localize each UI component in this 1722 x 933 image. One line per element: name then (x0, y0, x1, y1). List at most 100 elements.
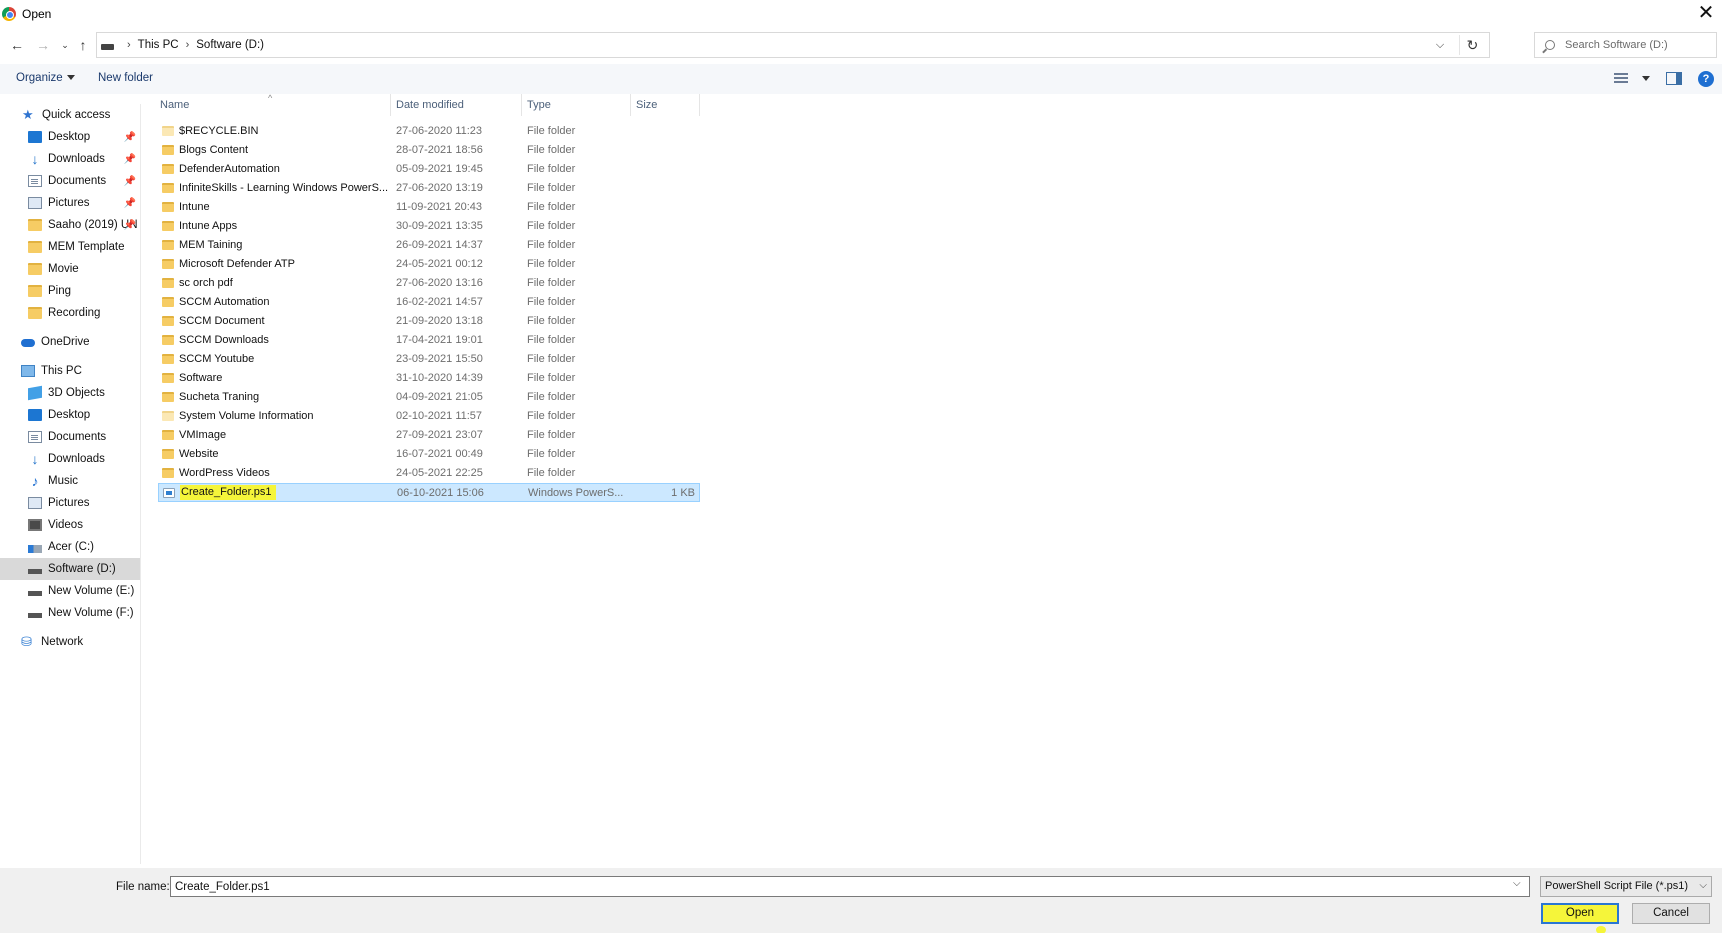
drive-icon (28, 613, 42, 618)
column-header-date-modified[interactable]: Date modified (396, 99, 464, 111)
file-date-modified: 28-07-2021 18:56 (396, 144, 483, 156)
file-name: Sucheta Traning (179, 391, 260, 403)
file-row[interactable]: SCCM Youtube 23-09-2021 15:50 File folde… (158, 350, 700, 369)
open-button[interactable]: Open (1541, 903, 1619, 924)
folder-icon (162, 259, 174, 269)
sidebar-item-software-d[interactable]: Software (D:) (0, 558, 140, 580)
sidebar-item-music[interactable]: ♪ Music (0, 470, 140, 492)
file-row[interactable]: VMImage 27-09-2021 23:07 File folder (158, 426, 700, 445)
sidebar-item-recording[interactable]: Recording (0, 302, 140, 324)
file-row[interactable]: SCCM Automation 16-02-2021 14:57 File fo… (158, 293, 700, 312)
navigation-pane[interactable]: ★ Quick access Desktop 📌 ↓ Downloads 📌 D… (0, 104, 141, 864)
up-arrow-icon[interactable]: ↑ (74, 36, 92, 54)
address-bar[interactable]: › This PC › Software (D:) ⌵ ↻ (96, 32, 1490, 58)
file-row[interactable]: Blogs Content 28-07-2021 18:56 File fold… (158, 141, 700, 160)
file-date-modified: 05-09-2021 19:45 (396, 163, 483, 175)
sidebar-item-saaho[interactable]: Saaho (2019) UN 📌 (0, 214, 140, 236)
file-date-modified: 11-09-2021 20:43 (396, 201, 483, 213)
column-divider[interactable] (390, 94, 391, 116)
organize-menu-button[interactable]: Organize (16, 72, 75, 84)
column-divider[interactable] (521, 94, 522, 116)
column-header-type[interactable]: Type (527, 99, 551, 111)
sidebar-item-network[interactable]: ⛁ Network (0, 631, 140, 653)
change-view-icon[interactable] (1614, 73, 1628, 85)
file-row[interactable]: Microsoft Defender ATP 24-05-2021 00:12 … (158, 255, 700, 274)
file-name-input[interactable] (170, 876, 1530, 897)
column-divider[interactable] (699, 94, 700, 116)
file-type: File folder (527, 201, 576, 213)
sidebar-item-pictures-pc[interactable]: Pictures (0, 492, 140, 514)
sidebar-item-label: Desktop (48, 409, 91, 421)
file-row[interactable]: WordPress Videos 24-05-2021 22:25 File f… (158, 464, 700, 483)
file-date-modified: 31-10-2020 14:39 (396, 372, 483, 384)
sidebar-item-new-volume-f[interactable]: New Volume (F:) (0, 602, 140, 624)
folder-icon (28, 307, 42, 319)
file-type: File folder (527, 182, 576, 194)
recent-locations-chevron-icon[interactable]: ⌄ (56, 36, 74, 54)
forward-arrow-icon[interactable]: → (34, 36, 52, 54)
view-options-chevron-icon[interactable] (1642, 76, 1650, 81)
file-date-modified: 30-09-2021 13:35 (396, 220, 483, 232)
folder-icon (162, 164, 174, 174)
search-placeholder: Search Software (D:) (1565, 39, 1668, 51)
file-row-selected[interactable]: Create_Folder.ps1 06-10-2021 15:06 Windo… (158, 483, 700, 502)
file-row[interactable]: SCCM Downloads 17-04-2021 19:01 File fol… (158, 331, 700, 350)
file-type: File folder (527, 448, 576, 460)
file-name: Software (179, 372, 223, 384)
sidebar-item-label: Ping (48, 285, 72, 297)
sidebar-item-desktop[interactable]: Desktop 📌 (0, 126, 140, 148)
file-row[interactable]: Intune 11-09-2021 20:43 File folder (158, 198, 700, 217)
file-type-filter-select[interactable]: PowerShell Script File (*.ps1) ⌵ (1540, 876, 1712, 897)
column-divider[interactable] (630, 94, 631, 116)
file-row[interactable]: Software 31-10-2020 14:39 File folder (158, 369, 700, 388)
search-box[interactable]: Search Software (D:) (1534, 32, 1717, 58)
sidebar-item-label: Movie (48, 263, 79, 275)
sidebar-item-documents[interactable]: Documents 📌 (0, 170, 140, 192)
file-row[interactable]: Website 16-07-2021 00:49 File folder (158, 445, 700, 464)
new-folder-button[interactable]: New folder (98, 72, 153, 84)
folder-icon (28, 241, 42, 253)
file-date-modified: 27-06-2020 13:16 (396, 277, 483, 289)
sidebar-item-videos[interactable]: Videos (0, 514, 140, 536)
sidebar-item-new-volume-e[interactable]: New Volume (E:) (0, 580, 140, 602)
sidebar-item-downloads-pc[interactable]: ↓ Downloads (0, 448, 140, 470)
sidebar-item-ping[interactable]: Ping (0, 280, 140, 302)
drive-icon (28, 591, 42, 596)
address-history-chevron-icon[interactable]: ⌵ (1431, 36, 1449, 54)
file-row[interactable]: sc orch pdf 27-06-2020 13:16 File folder (158, 274, 700, 293)
sidebar-item-label: Downloads (48, 453, 105, 465)
column-header-size[interactable]: Size (636, 99, 657, 111)
sidebar-item-onedrive[interactable]: OneDrive (0, 331, 140, 353)
file-row[interactable]: InfiniteSkills - Learning Windows PowerS… (158, 179, 700, 198)
preview-pane-icon[interactable] (1666, 72, 1682, 85)
sidebar-item-pictures[interactable]: Pictures 📌 (0, 192, 140, 214)
close-icon[interactable]: ✕ (1694, 2, 1718, 24)
sidebar-item-documents-pc[interactable]: Documents (0, 426, 140, 448)
sidebar-item-mem-template[interactable]: MEM Template (0, 236, 140, 258)
column-header-name[interactable]: Name (160, 99, 189, 111)
sidebar-item-acer-c[interactable]: Acer (C:) (0, 536, 140, 558)
breadcrumb-this-pc[interactable]: This PC (138, 39, 179, 51)
sidebar-item-movie[interactable]: Movie (0, 258, 140, 280)
file-row[interactable]: Sucheta Traning 04-09-2021 21:05 File fo… (158, 388, 700, 407)
file-row[interactable]: $RECYCLE.BIN 27-06-2020 11:23 File folde… (158, 122, 700, 141)
sidebar-item-3d-objects[interactable]: 3D Objects (0, 382, 140, 404)
help-icon[interactable]: ? (1698, 71, 1714, 87)
file-row[interactable]: Intune Apps 30-09-2021 13:35 File folder (158, 217, 700, 236)
file-row[interactable]: SCCM Document 21-09-2020 13:18 File fold… (158, 312, 700, 331)
file-name: Intune Apps (179, 220, 238, 232)
sidebar-item-desktop-pc[interactable]: Desktop (0, 404, 140, 426)
breadcrumb-software-d[interactable]: Software (D:) (196, 39, 264, 51)
file-row[interactable]: System Volume Information 02-10-2021 11:… (158, 407, 700, 426)
file-row[interactable]: DefenderAutomation 05-09-2021 19:45 File… (158, 160, 700, 179)
file-name: System Volume Information (179, 410, 314, 422)
file-name-dropdown-chevron-icon[interactable]: ⌵ (1513, 878, 1521, 889)
refresh-icon[interactable]: ↻ (1459, 35, 1485, 55)
file-row[interactable]: MEM Taining 26-09-2021 14:37 File folder (158, 236, 700, 255)
sidebar-item-this-pc[interactable]: This PC (0, 360, 140, 382)
back-arrow-icon[interactable]: ← (8, 36, 26, 54)
sort-ascending-icon: ^ (268, 93, 273, 103)
cancel-button[interactable]: Cancel (1632, 903, 1710, 924)
sidebar-item-quick-access[interactable]: ★ Quick access (0, 104, 140, 126)
sidebar-item-downloads[interactable]: ↓ Downloads 📌 (0, 148, 140, 170)
